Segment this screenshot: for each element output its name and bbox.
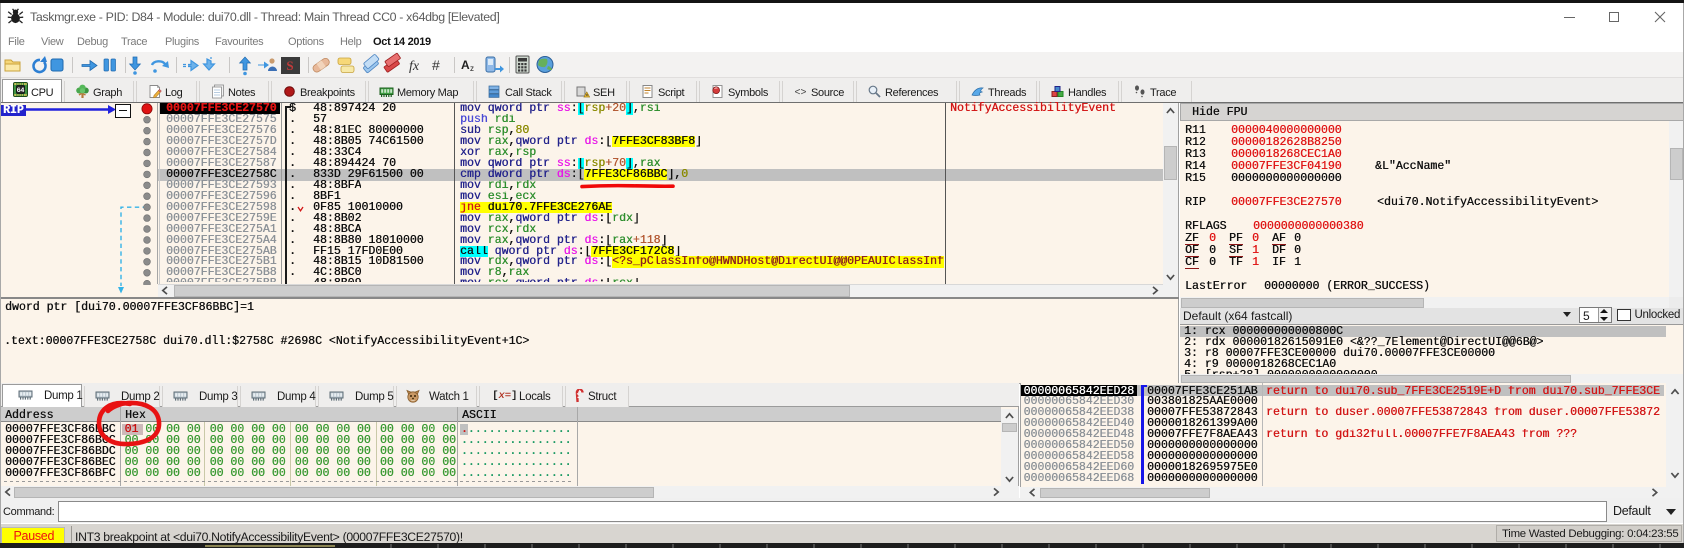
svg-text:z: z	[470, 64, 474, 73]
svg-text:<>: <>	[794, 88, 806, 99]
svg-text:fx: fx	[409, 59, 420, 74]
svg-text:S: S	[286, 58, 293, 73]
svg-text:A: A	[461, 58, 470, 72]
svg-text:#: #	[432, 57, 440, 73]
svg-text:64: 64	[17, 87, 25, 94]
